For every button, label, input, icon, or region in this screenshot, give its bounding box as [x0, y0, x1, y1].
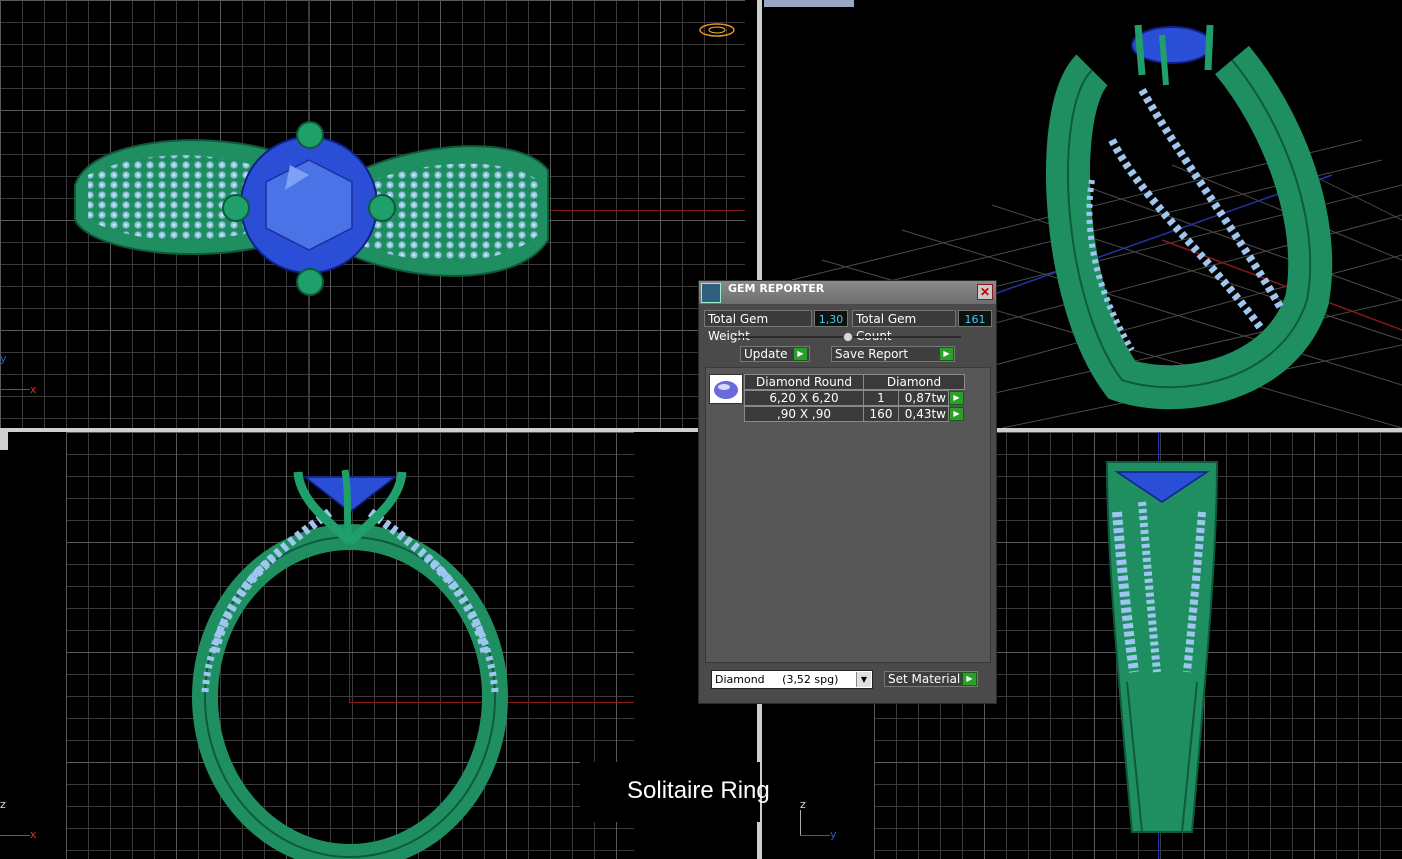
gem-reporter-panel: GEM REPORTER ✕ Total Gem Weight 1,30 Tot… [698, 280, 997, 704]
column-header-material: Diamond [863, 374, 965, 390]
save-report-button-label: Save Report [835, 347, 909, 361]
viewport-corner-marker [0, 432, 8, 450]
row-weight: 0,43tw [898, 406, 949, 422]
axis-label-y: y [0, 352, 7, 365]
row-weight: 0,87tw [898, 390, 949, 406]
chevron-down-icon[interactable]: ▼ [856, 672, 871, 687]
diamond-gem-icon [709, 374, 743, 404]
set-material-button-label: Set Material [888, 672, 961, 686]
close-icon[interactable]: ✕ [977, 284, 993, 300]
save-report-go-icon[interactable]: ▶ [939, 347, 954, 361]
axis-gizmo-bottom-right-z [800, 810, 801, 836]
axis-label-y: y [830, 828, 837, 841]
row-go-icon[interactable]: ▶ [949, 391, 964, 405]
axis-gizmo-bottom-right-y [800, 835, 830, 836]
axis-label-x: x [30, 828, 37, 841]
gem-reporter-icon [701, 283, 721, 303]
viewport-top[interactable]: x y [0, 0, 757, 428]
slider-handle[interactable] [843, 332, 853, 342]
row-size: ,90 X ,90 [744, 406, 864, 422]
axis-gizmo-top-left [0, 389, 30, 390]
total-gem-weight-value: 1,30 [814, 310, 848, 327]
total-gem-count-label: Total Gem Count [852, 310, 956, 343]
total-gem-count-value: 161 [958, 310, 992, 327]
row-count: 160 [863, 406, 899, 422]
light-gizmo-icon[interactable] [698, 20, 738, 40]
axis-label-z: z [800, 798, 806, 811]
row-count: 1 [863, 390, 899, 406]
ring-top-view [74, 121, 549, 296]
gem-reporter-titlebar[interactable]: GEM REPORTER ✕ [699, 281, 996, 304]
material-select[interactable]: Diamond (3,52 spg) ▼ [711, 670, 873, 689]
set-material-go-icon[interactable]: ▶ [962, 672, 977, 686]
column-header-shape: Diamond Round [744, 374, 864, 390]
caption-title: Solitaire Ring [627, 777, 770, 804]
update-button-label: Update [744, 347, 788, 361]
gem-list-area[interactable]: Diamond Round Diamond 6,20 X 6,20 1 0,87… [705, 367, 991, 663]
gem-reporter-title: GEM REPORTER [728, 282, 825, 295]
perspective-tab[interactable] [764, 0, 854, 7]
material-select-value: Diamond (3,52 spg) [715, 673, 839, 686]
axis-label-x: x [30, 383, 37, 396]
update-go-icon[interactable]: ▶ [793, 347, 808, 361]
save-report-button[interactable]: Save Report [831, 346, 955, 362]
axis-label-z: z [0, 798, 6, 811]
total-gem-weight-label: Total Gem Weight [704, 310, 812, 343]
axis-gizmo-bottom-left [0, 835, 30, 836]
row-size: 6,20 X 6,20 [744, 390, 864, 406]
row-go-icon[interactable]: ▶ [949, 407, 964, 421]
